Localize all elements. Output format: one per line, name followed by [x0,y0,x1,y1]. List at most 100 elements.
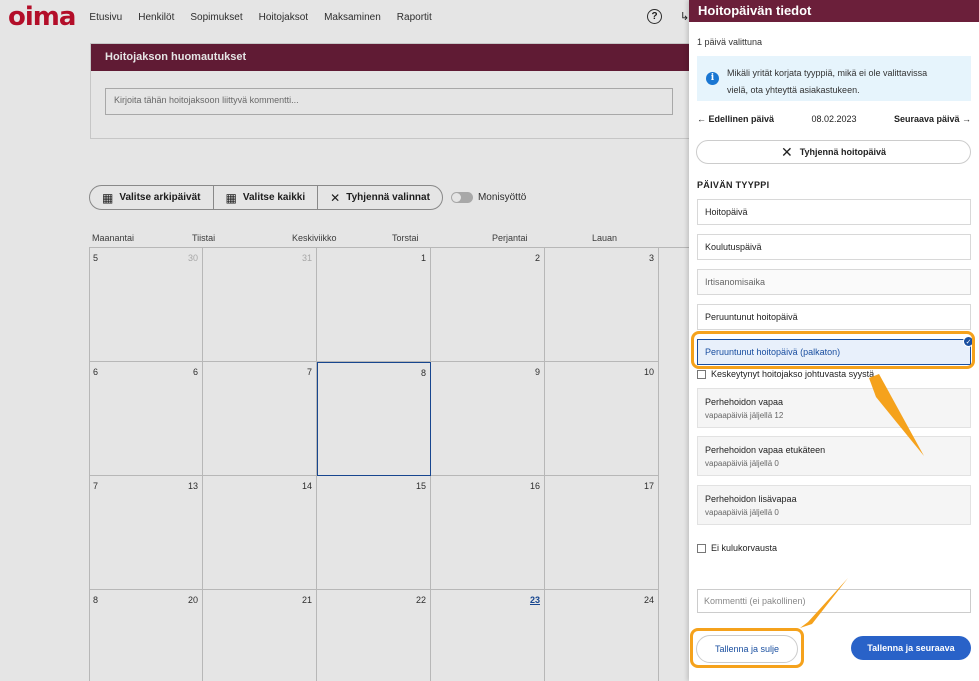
nav-item-sopimukset[interactable]: Sopimukset [190,12,242,23]
arrow-left-icon: ← [697,114,709,124]
option-label: Irtisanomisaika [705,277,766,287]
day-number: 22 [415,595,426,605]
save-and-close-button[interactable]: Tallenna ja sulje [696,635,798,663]
option-label: Peruuntunut hoitopäivä (palkaton) [705,347,841,357]
calendar-day-cell[interactable]: 24 [545,590,659,681]
select-all-label: Valitse kaikki [242,192,306,203]
leave-option[interactable]: Perhehoidon vapaa vapaapäiviä jäljellä 1… [697,388,971,428]
calendar-day-cell[interactable]: 1 [317,248,431,362]
notes-comment-input[interactable] [105,88,673,115]
calendar-day-cell[interactable]: 5 30 [89,248,203,362]
day-number: 7 [306,367,312,377]
nav-links: Etusivu Henkilöt Sopimukset Hoitojaksot … [89,12,447,23]
interrupted-checkbox-row[interactable]: Keskeytynyt hoitojakso johtuvasta syystä [697,369,874,379]
clear-selections-button[interactable]: ✕ Tyhjennä valinnat [318,186,442,209]
calendar-day-cell-selected[interactable]: 8 [317,362,431,476]
info-text-line-1: Mikäli yrität korjata tyyppiä, mikä ei o… [727,68,928,78]
leave-option[interactable]: Perhehoidon lisävapaa vapaapäiviä jäljel… [697,485,971,525]
calendar-day-cell[interactable]: 8 20 [89,590,203,681]
day-number: 13 [187,481,198,491]
weekday-friday: Perjantai [492,233,528,243]
current-date: 08.02.2023 [811,114,857,124]
calendar-day-cell[interactable]: 66 [89,362,203,476]
calendar-day-cell[interactable]: 16 [431,476,545,590]
multi-input-toggle[interactable]: Monisyöttö [450,192,527,203]
day-number: 17 [643,481,654,491]
calendar-day-cell[interactable]: 2 [431,248,545,362]
calendar-day-cell[interactable]: 7 13 [89,476,203,590]
day-number: 2 [534,253,540,263]
nav-item-raportit[interactable]: Raportit [397,12,432,23]
day-type-option-selected[interactable]: Peruuntunut hoitopäivä (palkaton) ✓ [697,336,974,365]
day-number: 21 [301,595,312,605]
oima-logo[interactable]: oima [8,4,76,30]
help-icon[interactable]: ? [647,9,662,24]
next-day-button[interactable]: Seuraava päivä → [894,114,971,124]
day-navigation: ← Edellinen päivä 08.02.2023 Seuraava pä… [697,114,971,124]
day-number: 3 [648,253,654,263]
leave-title: Perhehoidon vapaa [705,396,784,407]
day-number: 31 [301,253,312,263]
select-all-button[interactable]: ▦ Valitse kaikki [214,186,319,209]
calendar-day-cell[interactable]: 10 [545,362,659,476]
week-number: 5 [93,253,99,263]
panel-title: Hoitopäivän tiedot [689,0,979,22]
calendar-day-cell[interactable]: 14 [203,476,317,590]
comment-input[interactable]: Kommentti (ei pakollinen) [697,589,971,613]
nav-item-hoitojaksot[interactable]: Hoitojaksot [259,12,308,23]
leave-title: Perhehoidon vapaa etukäteen [705,444,826,455]
leave-option[interactable]: Perhehoidon vapaa etukäteen vapaapäiviä … [697,436,971,476]
calendar-day-cell[interactable]: 9 [431,362,545,476]
calendar-day-cell[interactable]: 7 [203,362,317,476]
day-number: 9 [534,367,540,377]
calendar-day-cell[interactable]: 23 [431,590,545,681]
calendar-day-cell[interactable]: 15 [317,476,431,590]
toggle-switch[interactable] [450,192,473,203]
no-expense-label: Ei kulukorvausta [711,543,778,553]
nav-item-etusivu[interactable]: Etusivu [89,12,122,23]
selected-count: 1 päivä valittuna [697,37,763,47]
weekday-thursday: Torstai [392,233,419,243]
arrow-right-icon: → [959,114,971,124]
previous-day-button[interactable]: ← Edellinen päivä [697,114,774,124]
calendar-day-cell[interactable]: 31 [203,248,317,362]
day-number: 14 [301,481,312,491]
day-type-option[interactable]: Koulutuspäivä [697,234,971,260]
day-number: 6 [192,367,198,377]
save-and-next-button[interactable]: Tallenna ja seuraava [851,636,971,660]
no-expense-checkbox[interactable] [697,543,706,553]
next-day-label: Seuraava päivä [893,114,960,124]
option-label: Koulutuspäivä [705,242,762,252]
calendar-day-cell[interactable]: 3 [545,248,659,362]
day-number: 10 [643,367,654,377]
logout-arrow-icon[interactable]: ↳ [680,10,689,23]
clear-selections-label: Tyhjennä valinnat [346,192,430,203]
calendar-week-row: 5 30 31 1 2 3 [89,248,689,362]
interrupted-checkbox[interactable] [697,369,706,379]
calendar-icon: ▦ [225,190,237,205]
day-type-option[interactable]: Hoitopäivä [697,199,971,225]
week-number: 7 [93,481,99,491]
multi-input-label: Monisyöttö [477,192,527,203]
no-expense-checkbox-row[interactable]: Ei kulukorvausta [697,543,777,553]
select-weekdays-button[interactable]: ▦ Valitse arkipäivät [90,186,214,209]
day-type-option-disabled: Irtisanomisaika [697,269,971,295]
calendar-icon: ▦ [102,190,114,205]
calendar-day-cell[interactable]: 22 [317,590,431,681]
info-notice: i Mikäli yrität korjata tyyppiä, mikä ei… [697,56,971,101]
nav-item-henkilot[interactable]: Henkilöt [138,12,174,23]
day-number: 15 [415,481,426,491]
option-label: Peruuntunut hoitopäivä [705,312,798,322]
calendar-day-cell[interactable]: 21 [203,590,317,681]
weekday-monday: Maanantai [92,233,135,243]
day-type-option[interactable]: Peruuntunut hoitopäivä [697,304,971,330]
leave-title: Perhehoidon lisävapaa [705,493,797,504]
calendar-grid: Maanantai Tiistai Keskiviikko Torstai Pe… [89,230,689,681]
clear-day-button[interactable]: ✕ Tyhjennä hoitopäivä [696,140,971,164]
calendar-day-cell[interactable]: 17 [545,476,659,590]
leave-remaining: vapaapäiviä jäljellä 12 [705,410,784,420]
nav-item-maksaminen[interactable]: Maksaminen [324,12,381,23]
clear-day-label: Tyhjennä hoitopäivä [799,147,887,157]
weekday-tuesday: Tiistai [192,233,216,243]
info-text-line-2: vielä, ota yhteyttä asiakastukeen. [727,85,860,95]
